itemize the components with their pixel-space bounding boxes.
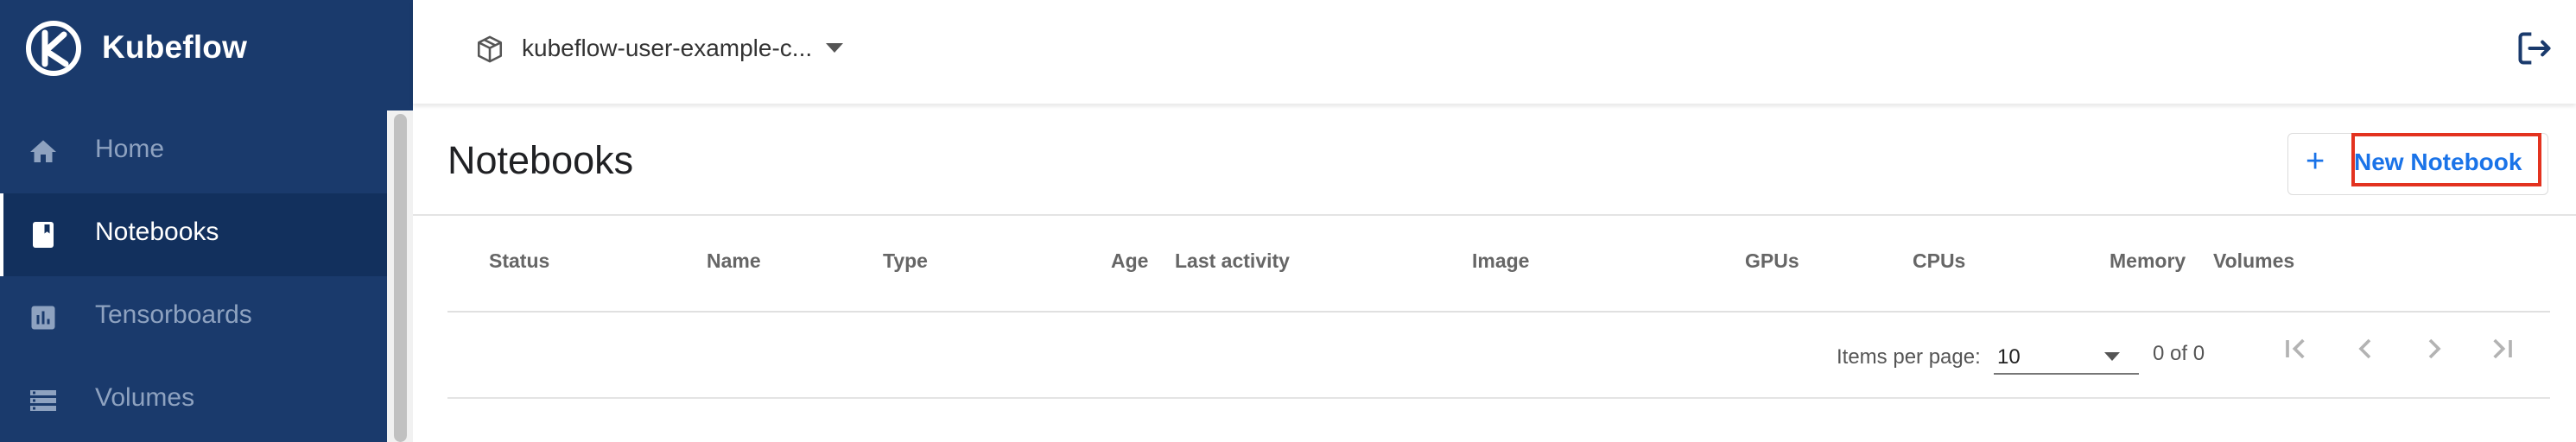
top-bar: kubeflow-user-example-c... (413, 0, 2576, 104)
home-icon (30, 140, 56, 162)
column-header-status[interactable]: Status (489, 249, 549, 273)
last-page-icon[interactable] (2484, 330, 2519, 368)
sidebar-scrollbar-thumb[interactable] (394, 114, 407, 442)
app-name: Kubeflow (102, 29, 248, 65)
sidebar-item-home[interactable]: Home (0, 110, 387, 193)
sidebar-item-tensorboards[interactable]: Tensorboards (0, 276, 387, 359)
previous-page-icon[interactable] (2348, 330, 2382, 368)
column-header-volumes[interactable]: Volumes (2213, 249, 2294, 273)
namespace-selector[interactable]: kubeflow-user-example-c... (522, 35, 812, 62)
new-notebook-button[interactable]: + New Notebook (2287, 133, 2548, 195)
items-per-page-select[interactable]: 10 (1994, 337, 2139, 375)
table-footer-divider (447, 397, 2550, 399)
column-header-name[interactable]: Name (707, 249, 761, 273)
column-header-image[interactable]: Image (1472, 249, 1529, 273)
column-header-cpus[interactable]: CPUs (1913, 249, 1965, 273)
main-content: Notebooks + New Notebook Status Name Typ… (413, 104, 2576, 442)
sidebar-item-label: Notebooks (95, 218, 219, 246)
first-page-icon[interactable] (2279, 330, 2313, 368)
sidebar-item-label: Home (95, 135, 165, 163)
page-title: Notebooks (447, 138, 634, 182)
divider (413, 214, 2576, 216)
next-page-icon[interactable] (2417, 330, 2452, 368)
column-header-type[interactable]: Type (883, 249, 928, 273)
notebook-icon (33, 222, 54, 248)
sidebar-item-label: Volumes (95, 383, 195, 412)
items-per-page-label: Items per page: (1837, 345, 1981, 369)
column-header-memory[interactable]: Memory (2110, 249, 2186, 273)
sidebar: Kubeflow Home Notebooks Tensorboards Vol… (0, 0, 413, 442)
plus-icon: + (2306, 143, 2325, 180)
column-header-age[interactable]: Age (1111, 249, 1148, 273)
chevron-down-icon[interactable] (826, 43, 843, 53)
brand[interactable]: Kubeflow (0, 0, 413, 98)
paginator-range-label: 0 of 0 (2153, 342, 2205, 365)
column-header-gpus[interactable]: GPUs (1745, 249, 1799, 273)
kubeflow-logo-icon (26, 21, 81, 76)
column-header-last-activity[interactable]: Last activity (1175, 249, 1290, 273)
table-header-divider (447, 311, 2550, 313)
sidebar-item-label: Tensorboards (95, 300, 252, 329)
new-notebook-label: New Notebook (2354, 148, 2522, 175)
sidebar-item-notebooks[interactable]: Notebooks (0, 193, 387, 276)
chevron-down-icon (2104, 352, 2120, 361)
package-icon (477, 35, 503, 63)
sidebar-item-volumes[interactable]: Volumes (0, 359, 387, 442)
items-per-page-value: 10 (1997, 345, 2021, 369)
storage-icon (30, 390, 56, 411)
logout-icon[interactable] (2516, 29, 2554, 67)
chart-icon (31, 306, 55, 330)
